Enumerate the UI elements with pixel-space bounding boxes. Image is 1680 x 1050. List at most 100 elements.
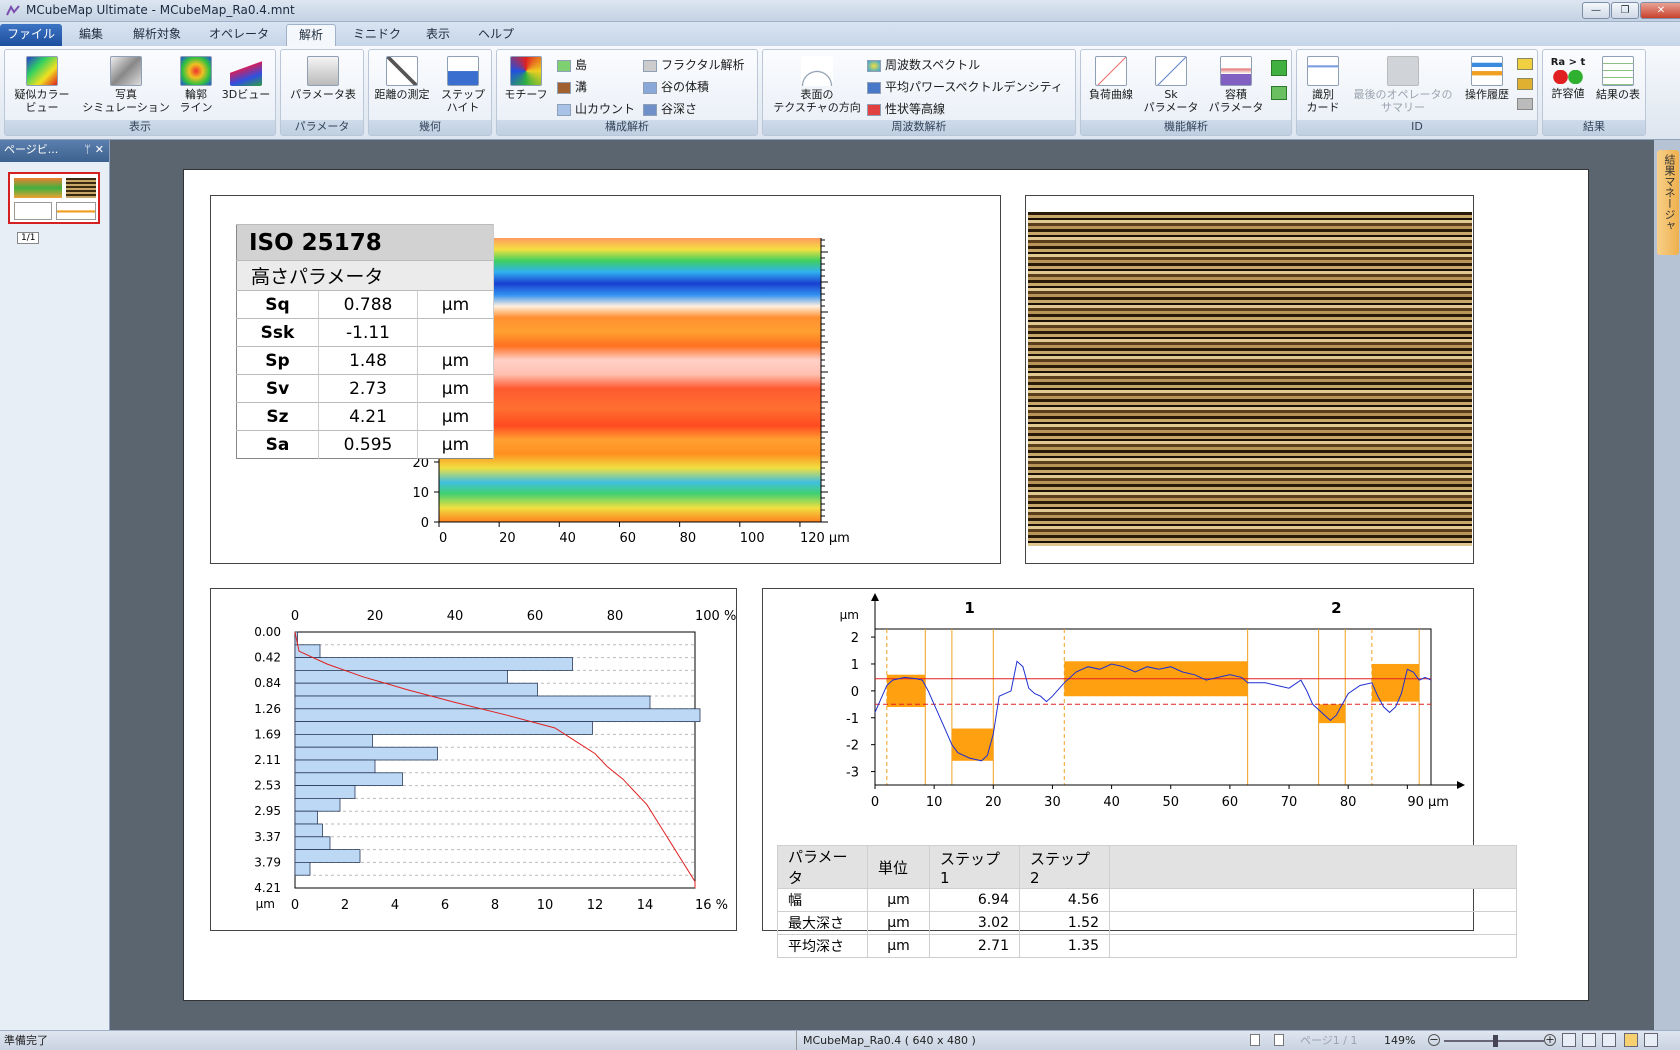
sk-parameters-button[interactable]: Sk パラメータ (1139, 56, 1203, 114)
actual-size-icon[interactable] (1624, 1033, 1638, 1047)
3d-view-button[interactable]: 3Dビュー (219, 56, 273, 101)
tolerance-button[interactable]: Ra > t 許容値 (1545, 56, 1591, 100)
distance-measure-button[interactable]: 距離の測定 (371, 56, 433, 101)
tab-operator[interactable]: オペレータ (202, 24, 276, 46)
volume-parameters-button[interactable]: 容積 パラメータ (1203, 56, 1269, 114)
x-tick-label: 50 (1162, 795, 1179, 810)
id-extra2-icon[interactable] (1517, 78, 1533, 90)
param-unit: µm (417, 290, 494, 319)
color-map-image (439, 238, 821, 522)
group-id-label: ID (1297, 120, 1537, 135)
zoom-out-icon[interactable]: − (1428, 1034, 1440, 1046)
page-view-panel-header: ページビ... ᛘ ✕ (0, 140, 109, 162)
bottom-tick-label: 0 (291, 898, 299, 913)
step-param-unit: µm (867, 934, 930, 958)
page-layout2-icon[interactable] (1274, 1034, 1284, 1046)
motif-icon (510, 56, 542, 86)
tab-file[interactable]: ファイル (0, 24, 62, 46)
zoom-in-icon[interactable]: + (1544, 1034, 1556, 1046)
param-unit: µm (417, 402, 494, 431)
motif-button[interactable]: モチーフ (499, 56, 553, 101)
operation-history-button[interactable]: 操作履歴 (1459, 56, 1515, 101)
status-zoom: 149% (1384, 1034, 1416, 1047)
table-row: 最大深さ µm 3.02 1.52 (777, 911, 1517, 935)
step-param-name: 幅 (777, 888, 868, 912)
photo-simulation-button[interactable]: 写真 シミュレーション (77, 56, 175, 114)
param-name: Ssk (236, 318, 319, 347)
result-table-button[interactable]: 結果の表 (1591, 56, 1645, 101)
result-manager-tab[interactable]: 結果マネージャ (1657, 150, 1679, 255)
step-empty-cell (1109, 888, 1517, 912)
param-unit: µm (417, 346, 494, 375)
parameter-table-button[interactable]: パラメータ表 (283, 56, 363, 101)
histogram-bar (294, 721, 593, 735)
x-tick-label: 0 (439, 531, 447, 546)
contour-line-button[interactable]: 輪郭 ライン (175, 56, 217, 114)
psd-button[interactable]: 平均パワースペクトルデンシティ (867, 78, 1063, 96)
last-operator-summary-button[interactable]: 最後のオペレータの サマリー (1347, 56, 1459, 114)
title-bar: MCubeMap Ultimate - MCubeMap_Ra0.4.mnt —… (0, 0, 1680, 22)
tab-view[interactable]: 表示 (418, 24, 458, 46)
groove-button[interactable]: 溝 (557, 78, 587, 96)
param-value: 1.48 (318, 346, 418, 375)
histogram-bar (294, 746, 438, 761)
ribbon-tab-bar: ファイル 編集 解析対象 オペレータ 解析 ミニドク 表示 ヘルプ (0, 22, 1680, 46)
y-tick-label: 1.69 (254, 727, 281, 741)
tab-edit[interactable]: 編集 (70, 24, 112, 46)
document-workspace: ISO 25178 高さパラメータ Sq 0.788 µm Ssk -1.11 Sp 1… (111, 140, 1654, 1030)
bearing-curve-button[interactable]: 負荷曲線 (1083, 56, 1139, 101)
x-tick-label: 60 (619, 531, 636, 546)
y-tick-label: 10 (412, 486, 429, 501)
x-tick-label: 120 µm (800, 531, 850, 546)
pseudo-color-icon (26, 56, 58, 86)
pin-icon[interactable]: ᛘ (84, 140, 91, 160)
iso-contour-button[interactable]: 性状等高線 (867, 100, 945, 118)
zoom-slider-thumb[interactable] (1493, 1035, 1498, 1047)
pseudo-color-view-button[interactable]: 疑似カラー ビュー (9, 56, 75, 114)
histogram-bar (294, 708, 701, 723)
table-row: 平均深さ µm 2.71 1.35 (777, 934, 1517, 958)
fit-page-icon[interactable] (1562, 1033, 1576, 1047)
page-layout-icon[interactable] (1250, 1034, 1260, 1046)
group-frequency: 表面の テクスチャの方向 周波数スペクトル 平均パワースペクトルデンシティ 性状等… (762, 49, 1076, 136)
page-thumbnail[interactable] (8, 172, 100, 224)
functional-extra-icon[interactable] (1271, 60, 1287, 76)
two-page-icon[interactable] (1644, 1033, 1658, 1047)
valley-depth-button[interactable]: 谷深さ (643, 100, 697, 118)
island-button[interactable]: 島 (557, 56, 587, 74)
id-card-button[interactable]: 識別 カード (1299, 56, 1347, 114)
y-tick-label: 4.21 (254, 881, 281, 895)
close-window-button[interactable]: ✕ (1640, 2, 1680, 19)
steps-header-step1: ステップ 1 (929, 845, 1020, 889)
id-extra-icon[interactable] (1517, 58, 1533, 70)
id-extra3-icon[interactable] (1517, 98, 1533, 110)
fractal-analysis-button[interactable]: フラクタル解析 (643, 56, 745, 74)
y-tick-label: 2.11 (254, 753, 281, 767)
x-tick-label: 40 (559, 531, 576, 546)
y-tick-label: 0.84 (254, 676, 281, 690)
minimize-button[interactable]: — (1582, 2, 1610, 19)
step-param-unit: µm (867, 911, 930, 935)
functional-extra2-icon[interactable] (1271, 86, 1287, 100)
tab-analysis-target[interactable]: 解析対象 (124, 24, 190, 46)
group-geometry-label: 幾何 (369, 120, 491, 135)
restore-button[interactable]: ❐ (1611, 2, 1639, 19)
table-row: Sq 0.788 µm (236, 290, 494, 319)
histogram-frame: 0 20 40 60 80 100 % 0 2 4 6 8 10 12 14 16 % 0.00 0.42 0.8… (210, 588, 737, 931)
step-height-button[interactable]: ステップ ハイト (435, 56, 491, 114)
step-height-icon (447, 56, 479, 86)
valley-volume-button[interactable]: 谷の体積 (643, 78, 709, 96)
fit-height-icon[interactable] (1602, 1033, 1616, 1047)
panel-close-icon[interactable]: ✕ (95, 140, 104, 160)
tab-minidoc[interactable]: ミニドク (346, 24, 408, 46)
ribbon: 疑似カラー ビュー 写真 シミュレーション 輪郭 ライン 3Dビュー 表示 パラメータ… (0, 46, 1680, 140)
tab-analysis[interactable]: 解析 (286, 24, 336, 46)
peak-count-button[interactable]: 山カウント (557, 100, 635, 118)
histogram-bar (294, 810, 318, 825)
group-parameters-label: パラメータ (281, 120, 363, 135)
frequency-spectrum-button[interactable]: 周波数スペクトル (867, 56, 980, 74)
fractal-icon (643, 59, 657, 72)
fit-width-icon[interactable] (1582, 1033, 1596, 1047)
texture-direction-button[interactable]: 表面の テクスチャの方向 (765, 56, 869, 114)
tab-help[interactable]: ヘルプ (470, 24, 522, 46)
